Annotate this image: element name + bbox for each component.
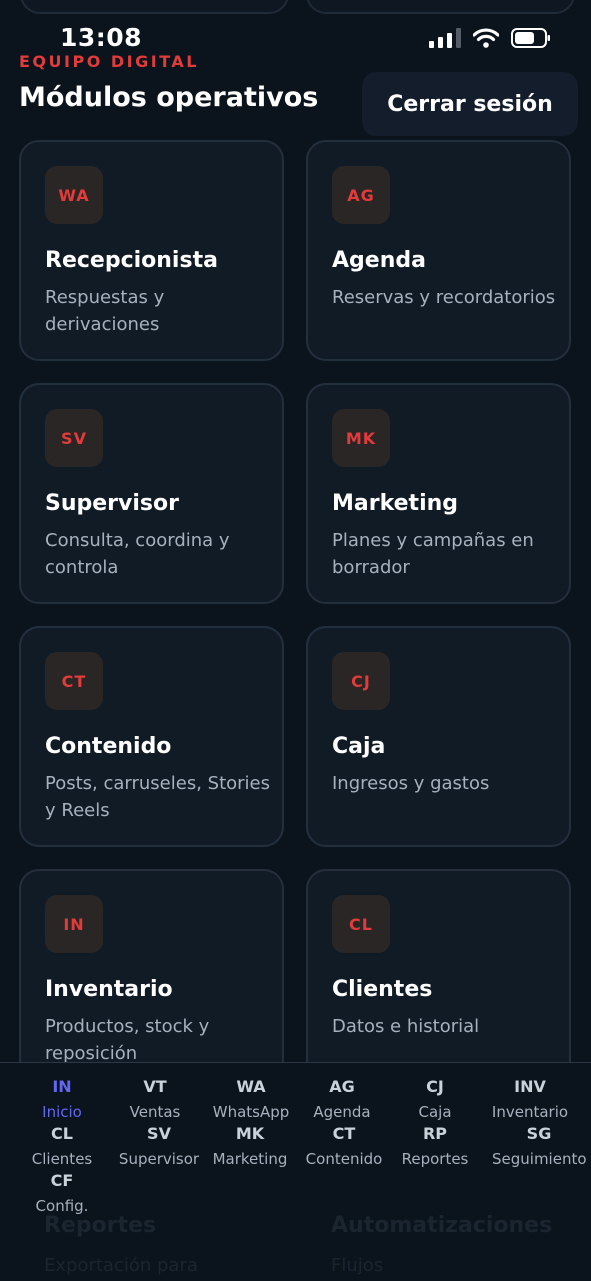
bottom-tab-bar: IN Inicio VT Ventas WA WhatsApp AG Agend… (0, 1062, 591, 1281)
tab-caja[interactable]: CJ Caja (388, 1076, 482, 1123)
module-card-contenido[interactable]: CT Contenido Posts, carruseles, Stories … (19, 626, 284, 847)
module-description: Ingresos y gastos (332, 773, 490, 794)
cellular-signal-icon (429, 28, 461, 48)
module-title: Clientes (332, 977, 433, 1002)
module-badge: AG (332, 166, 390, 224)
wifi-icon (473, 28, 499, 48)
module-description: Consulta, coordina y controla (45, 530, 230, 578)
tab-agenda[interactable]: AG Agenda (295, 1076, 389, 1123)
tab-inventario[interactable]: INV Inventario (483, 1076, 577, 1123)
module-title: Agenda (332, 248, 426, 273)
status-time: 13:08 (60, 23, 143, 52)
tab-label: Clientes (31, 1150, 93, 1168)
tab-code: CJ (426, 1077, 444, 1096)
tab-code: RP (422, 1124, 448, 1143)
module-title: Contenido (45, 734, 172, 759)
module-description: Datos e historial (332, 1016, 480, 1037)
tab-code: MK (235, 1124, 265, 1143)
logout-button[interactable]: Cerrar sesión (362, 72, 578, 136)
module-title: Supervisor (45, 491, 179, 516)
tab-code: IN (52, 1077, 72, 1096)
tab-code: WA (236, 1077, 266, 1096)
brand-label: EQUIPO DIGITAL (19, 52, 199, 71)
tab-code: SV (147, 1124, 171, 1143)
module-badge: MK (332, 409, 390, 467)
module-card-supervisor[interactable]: SV Supervisor Consulta, coordina y contr… (19, 383, 284, 604)
tab-label: Ventas (129, 1103, 181, 1121)
module-description: Productos, stock y reposición (45, 1016, 210, 1064)
tab-label: Reportes (401, 1150, 469, 1168)
module-card-marketing[interactable]: MK Marketing Planes y campañas en borrad… (306, 383, 571, 604)
tab-label: Caja (418, 1103, 452, 1121)
tab-label: Agenda (313, 1103, 371, 1121)
tab-whatsapp[interactable]: WA WhatsApp (204, 1076, 298, 1123)
status-bar: 13:08 (0, 0, 591, 60)
tab-code: CL (51, 1124, 73, 1143)
tab-seguimiento[interactable]: SG Seguimiento (492, 1123, 587, 1170)
tab-config[interactable]: CF Config. (15, 1170, 109, 1217)
faded-module-title: Reportes (44, 1213, 157, 1238)
module-title: Inventario (45, 977, 173, 1002)
tab-ventas[interactable]: VT Ventas (108, 1076, 202, 1123)
module-card-caja[interactable]: CJ Caja Ingresos y gastos (306, 626, 571, 847)
tab-label: WhatsApp (212, 1103, 290, 1121)
module-description: Respuestas y derivaciones (45, 287, 165, 335)
module-card-clientes[interactable]: CL Clientes Datos e historial (306, 869, 571, 1090)
tab-code: AG (329, 1077, 355, 1096)
tab-code: CF (50, 1171, 74, 1190)
tab-label: Inventario (491, 1103, 569, 1121)
tab-supervisor[interactable]: SV Supervisor (112, 1123, 206, 1170)
tab-contenido[interactable]: CT Contenido (297, 1123, 391, 1170)
faded-module-description: Flujos (331, 1255, 384, 1276)
tab-label: Seguimiento (492, 1150, 587, 1168)
module-description: Planes y campañas en borrador (332, 530, 534, 578)
module-card-recepcionista[interactable]: WA Recepcionista Respuestas y derivacion… (19, 140, 284, 361)
faded-module-description: Exportación para (44, 1255, 198, 1276)
module-title: Caja (332, 734, 386, 759)
module-description: Reservas y recordatorios (332, 287, 556, 308)
module-card-agenda[interactable]: AG Agenda Reservas y recordatorios (306, 140, 571, 361)
module-title: Marketing (332, 491, 459, 516)
module-badge: CL (332, 895, 390, 953)
module-badge: IN (45, 895, 103, 953)
tab-code: CT (332, 1124, 356, 1143)
module-title: Recepcionista (45, 248, 218, 273)
tab-label: Contenido (305, 1150, 383, 1168)
tab-label: Marketing (212, 1150, 288, 1168)
tab-label: Inicio (42, 1103, 82, 1121)
module-badge: CJ (332, 652, 390, 710)
tab-code: VT (143, 1077, 167, 1096)
tab-inicio[interactable]: IN Inicio (15, 1076, 109, 1123)
module-description: Posts, carruseles, Stories y Reels (45, 773, 270, 821)
tab-code: INV (514, 1077, 546, 1096)
module-badge: CT (45, 652, 103, 710)
page-title: Módulos operativos (19, 82, 319, 113)
tab-label: Supervisor (118, 1150, 200, 1168)
module-badge: WA (45, 166, 103, 224)
status-icons (429, 28, 551, 48)
tab-marketing[interactable]: MK Marketing (203, 1123, 297, 1170)
battery-icon (511, 28, 550, 48)
tab-clientes[interactable]: CL Clientes (15, 1123, 109, 1170)
tab-reportes[interactable]: RP Reportes (388, 1123, 482, 1170)
tab-code: SG (526, 1124, 552, 1143)
faded-module-title: Automatizaciones (331, 1213, 553, 1238)
module-badge: SV (45, 409, 103, 467)
module-card-inventario[interactable]: IN Inventario Productos, stock y reposic… (19, 869, 284, 1090)
